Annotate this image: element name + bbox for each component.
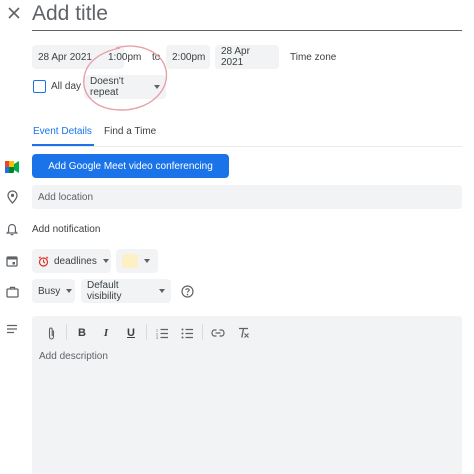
help-icon[interactable]: [179, 283, 195, 299]
description-icon: [4, 321, 20, 337]
chevron-down-icon: [159, 289, 165, 293]
attachment-icon[interactable]: [44, 326, 58, 340]
chevron-down-icon: [66, 289, 73, 293]
italic-icon[interactable]: I: [99, 326, 113, 340]
time-zone-link[interactable]: Time zone: [290, 52, 336, 63]
bell-icon: [4, 221, 20, 237]
bold-icon[interactable]: B: [75, 326, 89, 340]
event-color-dropdown[interactable]: [116, 249, 158, 273]
alarm-clock-icon: [38, 255, 49, 267]
visibility-value: Default visibility: [87, 280, 122, 302]
visibility-dropdown[interactable]: Default visibility: [81, 279, 171, 303]
toolbar-separator: [66, 324, 67, 340]
annotation-circle: [83, 45, 168, 111]
end-date-chip[interactable]: 28 Apr 2021: [215, 45, 279, 69]
end-time: 2:00pm: [172, 51, 206, 63]
location-input[interactable]: Add location: [32, 185, 462, 209]
numbered-list-icon[interactable]: 123: [155, 326, 169, 340]
busy-value: Busy: [38, 285, 61, 297]
toolbar-separator: [202, 324, 203, 340]
underline-icon[interactable]: U: [124, 326, 138, 340]
add-meet-button[interactable]: Add Google Meet video conferencing: [32, 154, 229, 178]
clear-formatting-icon[interactable]: [236, 326, 250, 340]
bulleted-list-icon[interactable]: [180, 326, 194, 340]
add-notification-link[interactable]: Add notification: [32, 224, 100, 235]
add-meet-label: Add Google Meet video conferencing: [48, 160, 213, 172]
link-icon[interactable]: [211, 326, 225, 340]
calendar-icon: [4, 253, 20, 269]
tab-find-a-time[interactable]: Find a Time: [104, 126, 156, 137]
busy-dropdown[interactable]: Busy: [32, 279, 75, 303]
tabs-divider: [32, 146, 462, 147]
description-placeholder: Add description: [39, 351, 108, 362]
calendar-dropdown[interactable]: deadlines: [32, 249, 111, 273]
chevron-down-icon: [144, 259, 150, 263]
end-date: 28 Apr 2021: [221, 46, 250, 68]
tab-event-details[interactable]: Event Details: [33, 126, 92, 137]
toolbar-separator: [146, 324, 147, 340]
google-meet-icon: [4, 159, 20, 175]
event-color-swatch: [122, 254, 138, 268]
title-placeholder: Add title: [32, 2, 108, 25]
all-day-checkbox[interactable]: [33, 80, 46, 93]
calendar-name: deadlines: [54, 255, 97, 267]
briefcase-icon: [4, 284, 20, 300]
svg-text:3: 3: [156, 336, 158, 339]
location-icon: [4, 189, 20, 205]
location-placeholder: Add location: [38, 192, 94, 203]
chevron-down-icon: [102, 259, 109, 263]
title-input[interactable]: Add title: [32, 0, 462, 31]
close-icon[interactable]: [6, 5, 22, 21]
